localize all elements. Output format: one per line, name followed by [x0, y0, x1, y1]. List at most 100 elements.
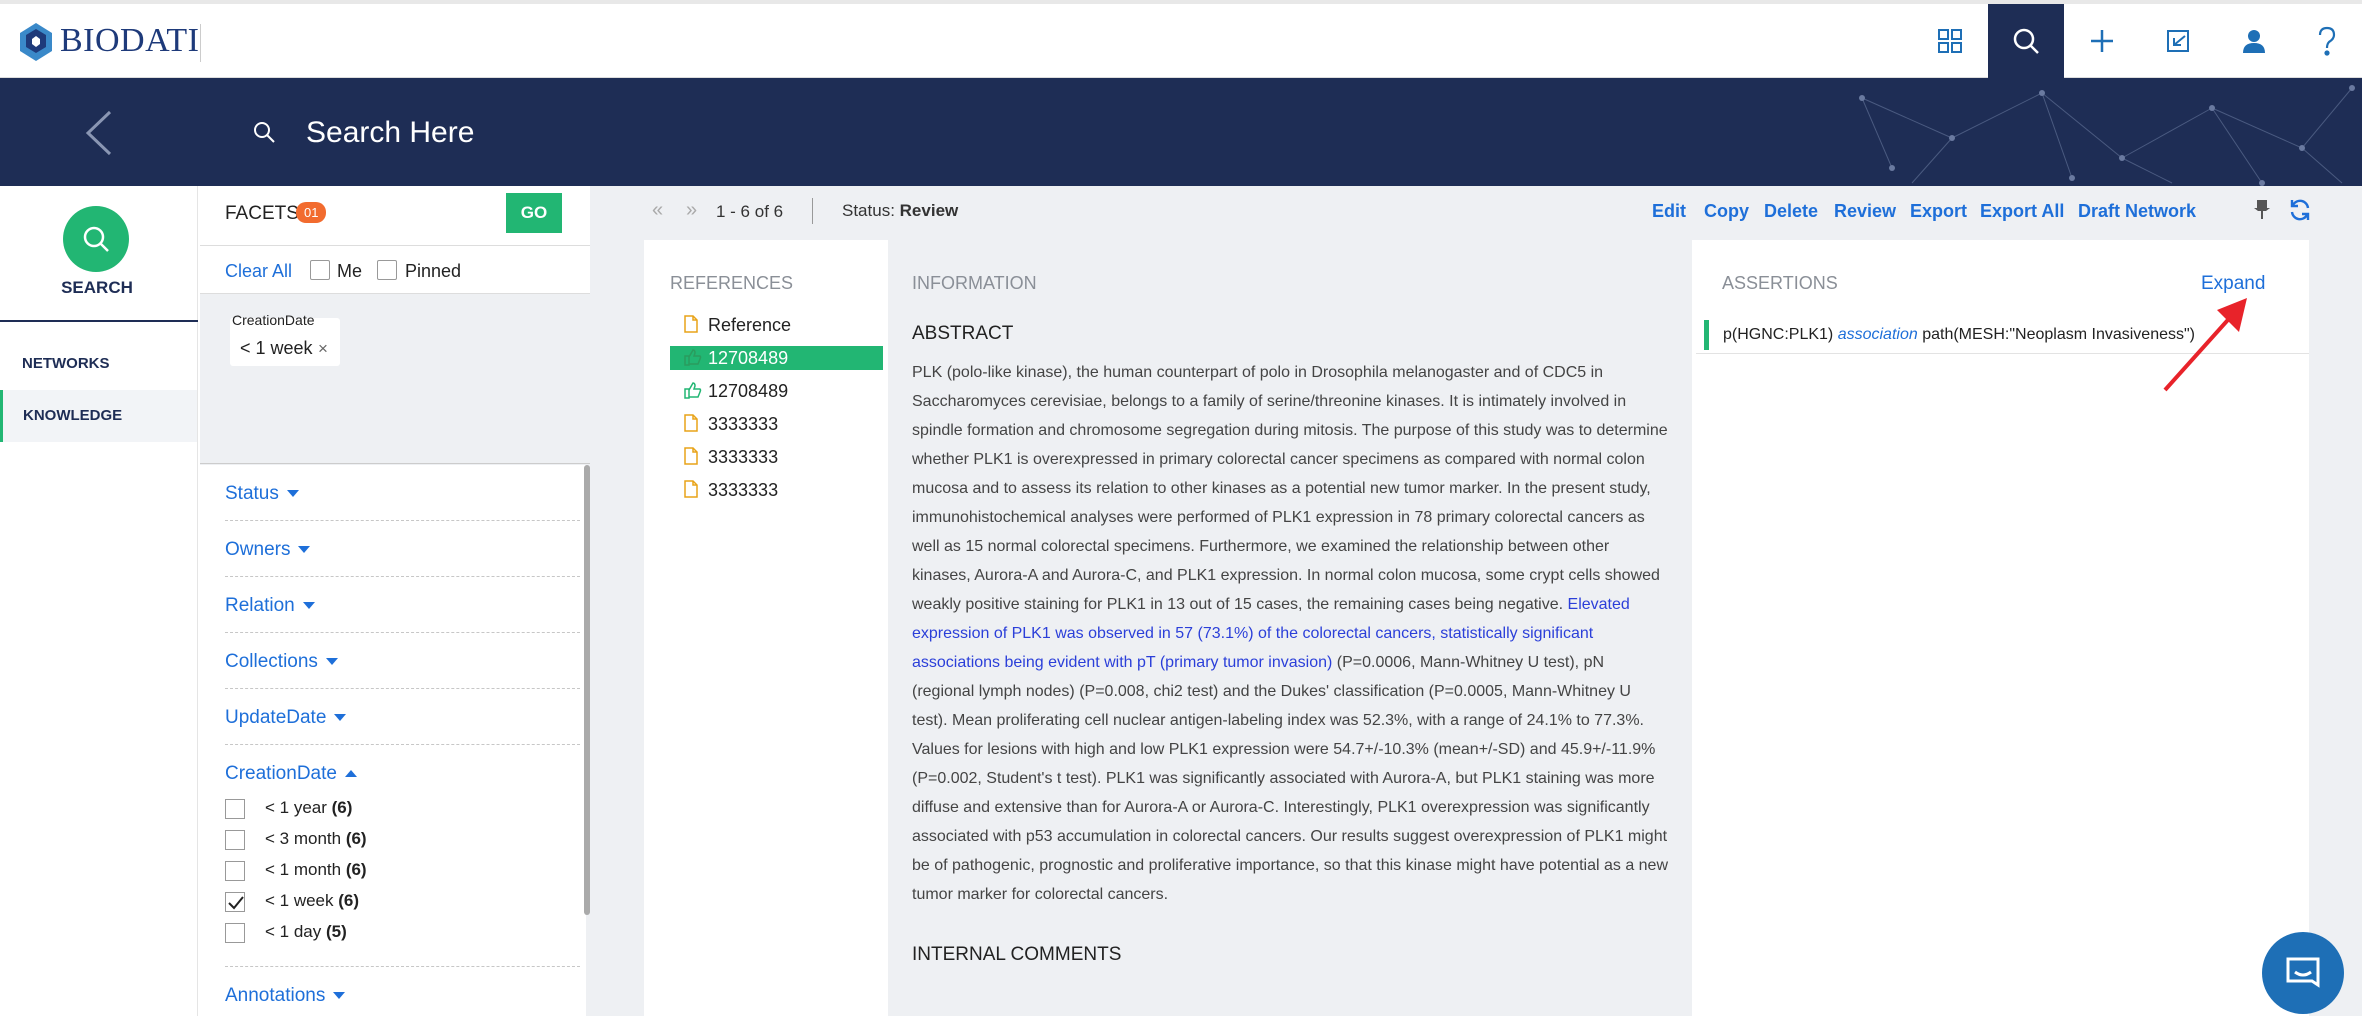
status-label: Status:: [842, 201, 895, 220]
option-checkbox[interactable]: [225, 830, 245, 850]
top-bar: BIODATI: [0, 0, 2362, 78]
import-icon[interactable]: [2140, 4, 2216, 78]
caret-down-icon: [325, 658, 338, 666]
filter-chip-title: CreationDate: [232, 312, 315, 328]
search-band: Search Here: [0, 78, 2362, 186]
facets-count-badge: 01: [296, 202, 327, 223]
pin-icon[interactable]: [2254, 199, 2270, 226]
delete-button[interactable]: Delete: [1764, 201, 1818, 222]
option-count: (6): [338, 891, 360, 910]
back-chevron-icon[interactable]: [80, 108, 120, 158]
facets-filter-bar: Clear All Me Pinned: [200, 246, 590, 294]
facet-owners[interactable]: Owners: [225, 521, 580, 577]
edit-button[interactable]: Edit: [1652, 201, 1686, 222]
plus-icon[interactable]: [2064, 4, 2140, 78]
facet-updatedate[interactable]: UpdateDate: [225, 689, 580, 745]
reference-item[interactable]: 3333333: [670, 412, 883, 436]
option-checkbox[interactable]: [225, 861, 245, 881]
facet-label: CreationDate: [225, 763, 337, 784]
pinned-label: Pinned: [405, 261, 462, 281]
reference-item[interactable]: Reference: [670, 313, 883, 337]
next-page-button[interactable]: »: [686, 199, 697, 222]
facet-annotations[interactable]: Annotations: [225, 967, 580, 1016]
filter-chip-value: < 1 week: [240, 338, 313, 358]
assertions-title: ASSERTIONS: [1722, 273, 1838, 293]
facet-relation[interactable]: Relation: [225, 577, 580, 633]
record-panel: REFERENCES Reference 12708489 12708489 3…: [644, 240, 2309, 1016]
option-checkbox[interactable]: [225, 923, 245, 943]
facet-collections[interactable]: Collections: [225, 633, 580, 689]
annotation-arrow-icon: [2163, 298, 2247, 392]
facet-label: Status: [225, 483, 279, 504]
assertion-status-bar: [1704, 320, 1709, 350]
pagination-range: 1 - 6 of 6: [716, 202, 784, 221]
export-button[interactable]: Export: [1910, 201, 1967, 222]
me-checkbox[interactable]: [310, 260, 330, 280]
reference-label: 12708489: [708, 381, 789, 401]
reference-label: 3333333: [708, 414, 779, 434]
user-icon[interactable]: [2216, 4, 2292, 78]
option-checkbox[interactable]: [225, 799, 245, 819]
assertion-text: p(HGNC:PLK1) association path(MESH:"Neop…: [1723, 326, 2195, 344]
first-page-button[interactable]: «: [652, 199, 663, 222]
status-indicator: Status: Review: [842, 201, 958, 221]
reference-label: 3333333: [708, 480, 779, 500]
option-checkbox-checked[interactable]: [225, 892, 245, 912]
me-label: Me: [337, 261, 363, 281]
toolbar-divider: [812, 198, 813, 224]
apps-grid-icon[interactable]: [1912, 4, 1988, 78]
facet-label: Owners: [225, 539, 291, 560]
reference-label: Reference: [708, 315, 792, 335]
copy-button[interactable]: Copy: [1704, 201, 1749, 222]
thumbs-up-icon: [684, 381, 702, 404]
abstract-text-part: (P=0.0006, Mann-Whitney U test), pN (reg…: [912, 654, 1669, 903]
option-count: (5): [325, 922, 347, 941]
caret-up-icon: [344, 770, 357, 778]
reference-label: 3333333: [708, 447, 779, 467]
document-icon: [684, 447, 698, 470]
search-icon: [83, 226, 109, 252]
nav-search-button[interactable]: [63, 206, 129, 272]
abstract-text: PLK (polo-like kinase), the human counte…: [912, 358, 1668, 909]
facet-scrollbar[interactable]: [584, 465, 590, 915]
option-label: < 1 year: [265, 798, 327, 817]
option-label: < 1 day: [265, 922, 322, 941]
remove-filter-icon[interactable]: ×: [318, 339, 328, 359]
facet-label: Relation: [225, 595, 295, 616]
nav-search-label: SEARCH: [61, 278, 133, 297]
option-count: (6): [345, 829, 367, 848]
go-button[interactable]: GO: [506, 193, 562, 233]
export-all-button[interactable]: Export All: [1980, 201, 2064, 222]
reference-item[interactable]: 3333333: [670, 445, 883, 469]
search-input[interactable]: Search Here: [306, 116, 474, 150]
option-label: < 1 week: [265, 891, 334, 910]
biodati-logo[interactable]: BIODATI: [16, 16, 199, 66]
review-button[interactable]: Review: [1834, 201, 1896, 222]
caret-down-icon: [333, 992, 346, 1000]
clear-all-link[interactable]: Clear All: [225, 261, 292, 282]
nav-item-knowledge[interactable]: KNOWLEDGE: [0, 390, 197, 442]
search-icon[interactable]: [1988, 4, 2064, 78]
option-count: (6): [345, 860, 367, 879]
caret-down-icon: [298, 546, 311, 554]
reference-item[interactable]: 12708489: [670, 379, 883, 403]
refresh-icon[interactable]: [2288, 198, 2312, 227]
help-icon[interactable]: [2292, 4, 2362, 78]
references-title: REFERENCES: [670, 273, 794, 293]
pinned-checkbox[interactable]: [377, 260, 397, 280]
left-nav: SEARCH NETWORKS KNOWLEDGE: [0, 186, 198, 1016]
reference-item-selected[interactable]: 12708489: [670, 346, 883, 370]
search-field-icon: [252, 120, 276, 149]
reference-item[interactable]: 3333333: [670, 478, 883, 502]
chat-support-button[interactable]: [2262, 932, 2344, 1014]
references-column: REFERENCES Reference 12708489 12708489 3…: [644, 240, 884, 1016]
facet-status[interactable]: Status: [225, 465, 580, 521]
nav-item-networks[interactable]: NETWORKS: [0, 338, 197, 390]
facets-header: FACETS 01 GO: [200, 186, 590, 246]
assertion-subject: p(HGNC:PLK1): [1723, 326, 1834, 343]
draft-network-button[interactable]: Draft Network: [2078, 201, 2196, 222]
facets-title: FACETS: [225, 203, 299, 224]
option-label: < 1 month: [265, 860, 342, 879]
information-column: INFORMATION ABSTRACT PLK (polo-like kina…: [888, 240, 1692, 1016]
caret-down-icon: [286, 490, 299, 498]
